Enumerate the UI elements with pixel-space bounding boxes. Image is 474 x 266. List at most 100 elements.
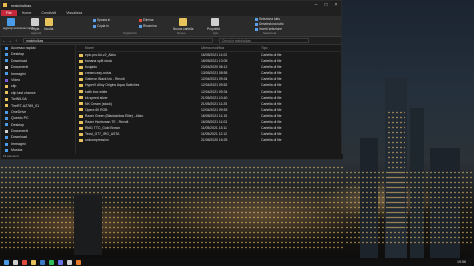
column-modified[interactable]: Ultima modifica — [201, 45, 261, 51]
folder-icon — [79, 114, 83, 118]
invert-icon — [255, 27, 258, 31]
paste-button[interactable]: Incolla — [44, 27, 53, 31]
sidebar-item-label: Download — [11, 135, 27, 140]
move-to-label: Sposta in — [97, 18, 111, 22]
select-none-button[interactable]: Deseleziona tutto — [255, 22, 284, 26]
folder-icon — [79, 53, 83, 57]
title-bar: matchulkas – □ × — [1, 1, 341, 9]
delete-icon — [139, 18, 142, 22]
image-icon — [5, 142, 8, 146]
group-new-label: Nuovo — [177, 31, 186, 35]
sidebar-item-label: Desktop — [11, 52, 25, 57]
file-name-text: kb speed silver — [85, 95, 108, 100]
select-none-label: Deseleziona tutto — [259, 22, 284, 26]
desktop-icon — [5, 53, 8, 57]
search-icon[interactable] — [13, 259, 18, 265]
folder-icon — [79, 59, 83, 63]
sidebar-item-label: Video — [11, 77, 21, 82]
download-icon — [5, 59, 8, 63]
steam-icon[interactable] — [40, 259, 45, 265]
search-input[interactable]: Cerca in matchulkas — [219, 38, 309, 43]
file-rows: epic-pro-tkl-v2_Akko 16/05/2021 11:02 Cart… — [77, 52, 341, 143]
chrome-icon[interactable] — [22, 259, 27, 265]
new-folder-icon — [179, 18, 187, 26]
group-open-label: Apri — [213, 31, 219, 35]
sidebar-item-label: Musica — [11, 148, 23, 153]
column-header-row: Nome Ultima modifica Tipo — [77, 45, 341, 52]
app-icon[interactable] — [76, 259, 81, 265]
city-lights — [345, 170, 474, 245]
file-name-text: HyperX Alloy Origins Aqua Switches — [85, 83, 140, 88]
file-type: Cartella di file — [261, 138, 282, 143]
sidebar-item-label: clip — [11, 84, 17, 89]
folder-icon — [79, 71, 83, 75]
navigation-pane: Accesso rapido Desktop Download Documenti Im… — [1, 45, 76, 156]
discord-icon[interactable] — [58, 259, 63, 265]
maximize-button[interactable]: □ — [321, 1, 331, 9]
file-name-text: Rk61 TTC_Gold Brown — [85, 126, 120, 131]
file-name-text: Razer Green (Blackwidow Elite) - Akko — [85, 113, 144, 118]
rename-button[interactable]: Rinomina — [139, 24, 156, 28]
select-all-label: Seleziona tutto — [259, 17, 281, 21]
close-button[interactable]: × — [331, 1, 341, 9]
folder-icon — [5, 97, 8, 101]
move-icon — [93, 18, 96, 22]
select-all-button[interactable]: Seleziona tutto — [255, 17, 280, 21]
start-icon[interactable] — [4, 259, 9, 265]
column-type[interactable]: Tipo — [261, 45, 321, 51]
column-name[interactable]: Nome — [77, 45, 201, 51]
folder-icon[interactable] — [31, 259, 36, 265]
copy-icon — [31, 18, 39, 26]
folder-icon — [5, 91, 8, 95]
folder-icon — [79, 138, 83, 142]
file-name-text: kailh box white — [85, 89, 108, 94]
copy-to-button[interactable]: Copia in — [93, 24, 109, 28]
select-all-icon — [255, 17, 258, 21]
city-lights — [0, 165, 345, 250]
sidebar-item-label: TwIN5-0A — [11, 97, 27, 102]
clock: 19:56 — [457, 260, 466, 264]
folder-icon — [79, 96, 83, 100]
search-placeholder: Cerca in matchulkas — [222, 39, 251, 43]
folder-icon — [79, 102, 83, 106]
copy-to-label: Copia in — [97, 24, 109, 28]
table-row[interactable]: unicompression 21/06/2020 16:25 Cartella d… — [77, 137, 341, 143]
path-input[interactable]: matchulkas — [23, 38, 213, 43]
file-name-text: banana split stock — [85, 59, 113, 64]
file-name-text: unicompression — [85, 138, 109, 143]
sidebar-item-label: Documenti — [11, 65, 29, 70]
folder-icon — [79, 65, 83, 69]
sidebar-item-label: clip last chance — [11, 90, 36, 95]
up-arrow-icon[interactable]: ↑ — [13, 38, 19, 43]
pin-quick-access-button[interactable]: aggiungi ad accesso rapido — [3, 27, 35, 30]
sidebar-item-label: Accesso rapido — [11, 46, 36, 50]
sidebar-item-label: Questo PC — [11, 116, 29, 121]
delete-label: Elimina — [143, 18, 154, 22]
properties-icon — [211, 18, 219, 26]
move-to-button[interactable]: Sposta in — [93, 18, 110, 22]
folder-icon — [79, 84, 83, 88]
file-name-text: Opera 60 RGB — [85, 107, 108, 112]
obs-icon[interactable] — [67, 259, 72, 265]
taskbar-icons — [0, 259, 81, 265]
file-name-text: NK Cream (stock) — [85, 101, 112, 106]
file-name-text: epic-pro-tkl-v2_Akko — [85, 53, 116, 57]
group-select-label: Seleziona — [263, 31, 277, 35]
file-date: 21/06/2020 16:25 — [201, 138, 228, 143]
folder-icon — [5, 104, 8, 108]
file-name: unicompression — [77, 137, 201, 143]
pc-icon — [5, 116, 8, 120]
status-text: 15 elementi — [3, 154, 19, 158]
file-name-text: cream-razy-nolus — [85, 71, 112, 76]
sidebar-item[interactable]: Musica — [1, 147, 75, 153]
folder-icon — [79, 132, 83, 136]
music-icon — [5, 148, 8, 152]
minimize-button[interactable]: – — [311, 1, 321, 9]
cloud-icon — [5, 110, 8, 114]
delete-button[interactable]: Elimina — [139, 18, 153, 22]
spotify-icon[interactable] — [49, 259, 54, 265]
folder-icon — [5, 85, 8, 89]
file-name-text: Gateron Black Ink - Revolt — [85, 77, 125, 82]
rename-icon — [139, 24, 142, 28]
breadcrumb: matchulkas — [26, 38, 44, 43]
